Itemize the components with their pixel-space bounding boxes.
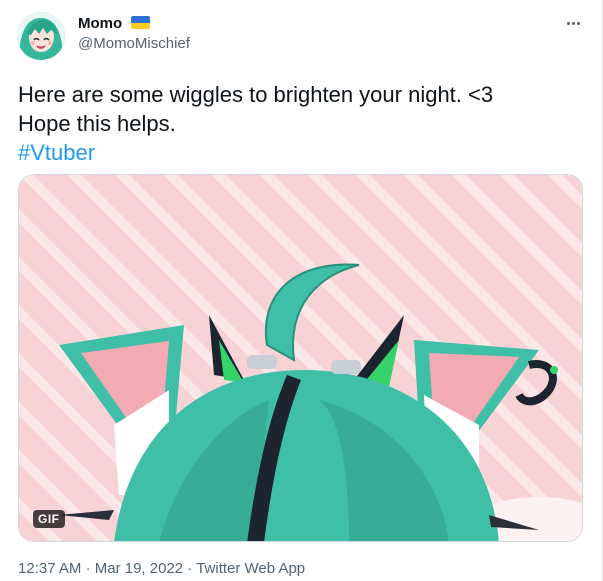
separator: · <box>85 560 91 577</box>
ukraine-flag-icon <box>130 16 150 29</box>
display-name[interactable]: Momo <box>78 14 122 34</box>
gif-image <box>19 175 582 541</box>
timestamp-date[interactable]: Mar 19, 2022 <box>95 560 183 577</box>
timestamp-time[interactable]: 12:37 AM <box>18 560 81 577</box>
tweet-meta: 12:37 AM · Mar 19, 2022 · Twitter Web Ap… <box>18 559 305 579</box>
separator: · <box>187 560 193 577</box>
author-names: Momo @MomoMischief <box>78 14 190 54</box>
gif-badge: GIF <box>33 510 65 528</box>
avatar[interactable] <box>17 12 65 60</box>
tweet-card: Momo @MomoMischief Here are some wiggles… <box>0 0 603 581</box>
tweet-line-2: Hope this helps. <box>18 111 176 136</box>
more-options-icon[interactable] <box>562 12 584 34</box>
tweet-text: Here are some wiggles to brighten your n… <box>18 80 493 167</box>
hashtag-link[interactable]: #Vtuber <box>18 138 493 167</box>
user-handle[interactable]: @MomoMischief <box>78 34 190 54</box>
tweet-line-1: Here are some wiggles to brighten your n… <box>18 82 494 107</box>
source-link[interactable]: Twitter Web App <box>196 560 305 577</box>
tweet-gif[interactable]: GIF <box>18 174 583 542</box>
